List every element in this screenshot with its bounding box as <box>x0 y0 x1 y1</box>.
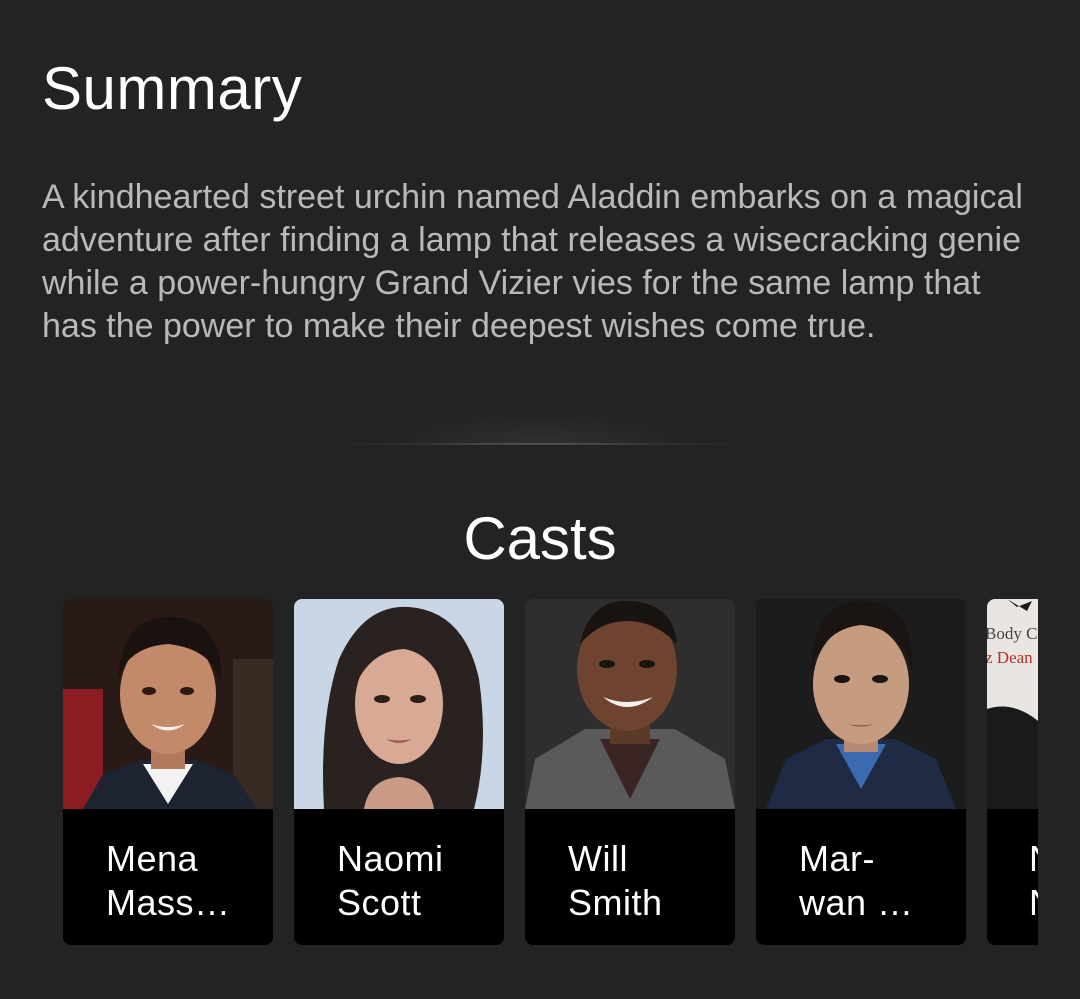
cast-photo: Body Ca z Dean <box>987 599 1038 809</box>
cast-name-line-1: N <box>1029 837 1038 881</box>
cast-name: Mar- wan … <box>799 837 949 925</box>
cast-name-line-2: wan … <box>799 882 914 923</box>
cast-card-naomi-scott[interactable]: Naomi Scott <box>294 599 504 945</box>
summary-text: A kindhearted street urchin named Aladdi… <box>42 178 1023 345</box>
casts-heading: Casts <box>463 505 617 572</box>
cast-name-line-2: Scott <box>337 882 422 923</box>
cast-name-line-2: N <box>1029 881 1038 925</box>
cast-name-line-1: Mar- <box>799 838 875 879</box>
cast-name-line-1: Naomi <box>337 838 444 879</box>
cast-photo <box>294 599 504 809</box>
cast-photo <box>756 599 966 809</box>
cast-card-marwan-kenzari[interactable]: Mar- wan … <box>756 599 966 945</box>
cast-card-mena-massoud[interactable]: Mena Mass… <box>63 599 273 945</box>
cast-photo <box>63 599 273 809</box>
photo-backdrop-text-1: Body Ca <box>987 624 1038 643</box>
cast-card-partial[interactable]: Body Ca z Dean N N <box>987 599 1038 945</box>
movie-details-page: Summary A kindhearted street urchin name… <box>0 0 1080 999</box>
section-divider <box>340 443 740 445</box>
cast-photo <box>525 599 735 809</box>
cast-name: N N <box>1029 837 1038 925</box>
cast-name-line-1: Mena <box>106 838 199 879</box>
cast-name-line-2: Smith <box>568 882 663 923</box>
section-divider-glow <box>380 410 700 444</box>
photo-backdrop-text-2: z Dean <box>987 648 1033 667</box>
cast-name-line-2: Mass… <box>106 882 231 923</box>
cast-carousel[interactable]: Mena Mass… Naomi Scott Will Smith Mar- w… <box>63 599 1038 945</box>
cast-name: Naomi Scott <box>337 837 487 925</box>
cast-name-line-1: Will <box>568 838 628 879</box>
cast-name: Will Smith <box>568 837 718 925</box>
cast-card-will-smith[interactable]: Will Smith <box>525 599 735 945</box>
summary-heading: Summary <box>42 55 303 122</box>
cast-name: Mena Mass… <box>106 837 256 925</box>
